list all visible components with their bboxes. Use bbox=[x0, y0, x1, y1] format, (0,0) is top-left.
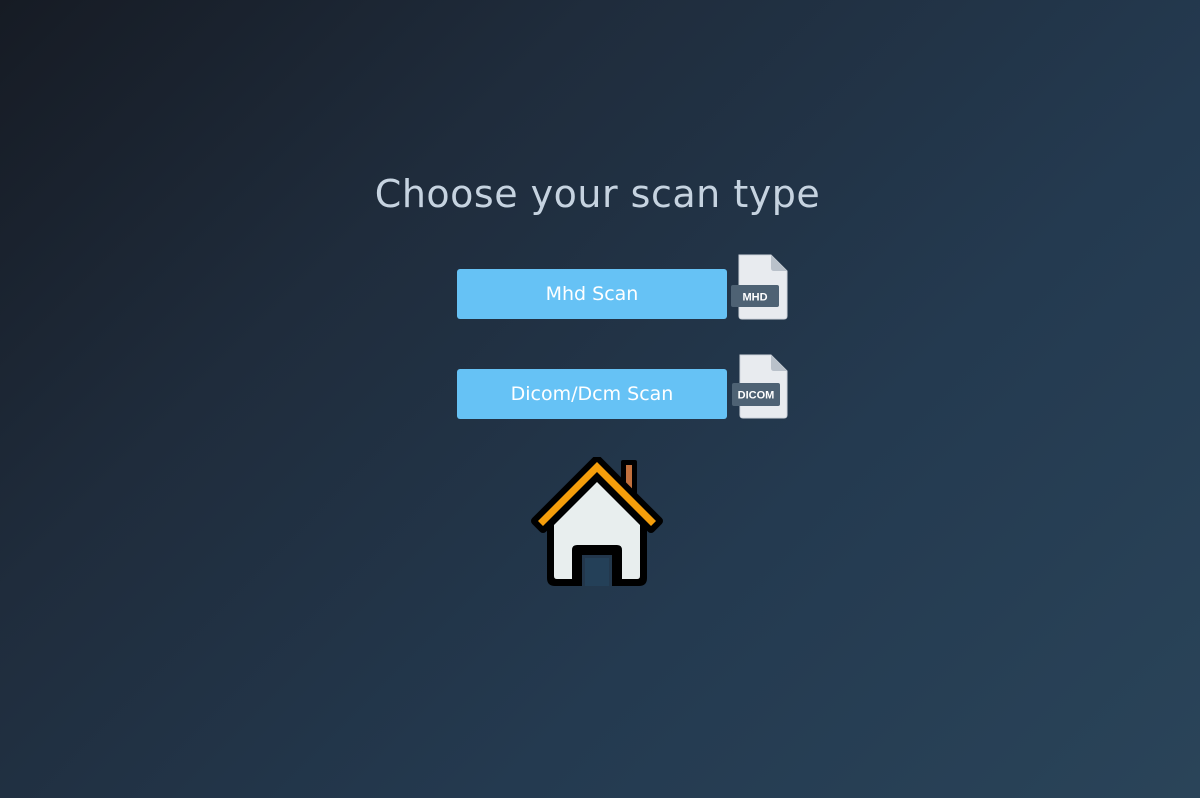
mhd-scan-button[interactable]: Mhd Scan bbox=[457, 269, 727, 319]
page-title: Choose your scan type bbox=[374, 172, 821, 216]
mhd-scan-row: Mhd Scan MHD bbox=[457, 254, 797, 324]
home-icon[interactable] bbox=[530, 457, 664, 589]
dicom-file-icon[interactable]: DICOM bbox=[731, 354, 791, 420]
mhd-file-icon-label: MHD bbox=[742, 292, 767, 304]
mhd-file-icon[interactable]: MHD bbox=[731, 254, 791, 320]
dicom-scan-button[interactable]: Dicom/Dcm Scan bbox=[457, 369, 727, 419]
dicom-scan-row: Dicom/Dcm Scan DICOM bbox=[457, 354, 797, 424]
dicom-file-icon-label: DICOM bbox=[738, 390, 775, 402]
